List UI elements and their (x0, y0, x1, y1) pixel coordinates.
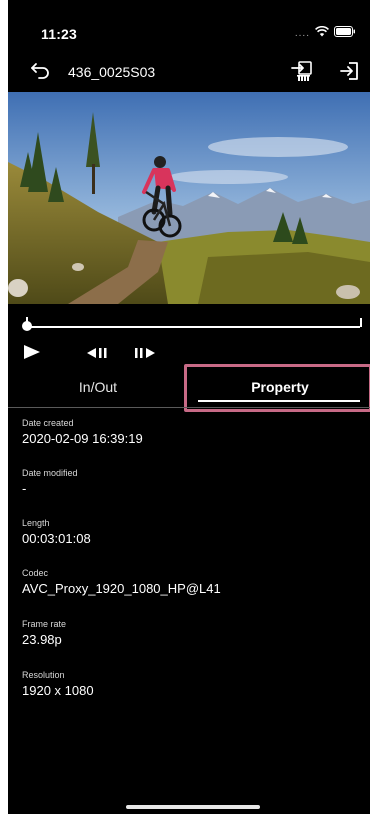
timeline-playhead[interactable] (22, 321, 32, 331)
property-label: Date modified (22, 468, 78, 478)
frame-back-icon (87, 348, 107, 358)
property-frame-rate: Frame rate 23.98p (22, 619, 362, 647)
property-length: Length 00:03:01:08 (22, 518, 362, 546)
clip-title: 436_0025S03 (68, 64, 156, 80)
nav-bar: 436_0025S03 (8, 52, 370, 92)
export-button[interactable] (290, 59, 316, 85)
playback-controls (8, 340, 370, 368)
back-button[interactable] (30, 60, 52, 82)
status-time: 11:23 (41, 26, 78, 42)
timeline-track (26, 326, 360, 328)
play-button[interactable] (22, 344, 42, 365)
app-screen: 11:23 .... 436_0025S03 In/Out Property D… (8, 0, 370, 814)
property-value: AVC_Proxy_1920_1080_HP@L41 (22, 581, 221, 596)
back-icon (31, 63, 49, 79)
tab-bar: In/Out Property (8, 368, 370, 408)
signal-dots: .... (294, 27, 310, 39)
logout-icon (340, 62, 358, 80)
play-icon (24, 345, 40, 359)
property-value: 00:03:01:08 (22, 531, 91, 546)
tab-in-out[interactable]: In/Out (8, 368, 188, 406)
battery-icon (334, 24, 356, 42)
property-label: Codec (22, 568, 49, 578)
wifi-icon (315, 24, 329, 42)
logout-button[interactable] (338, 59, 362, 83)
home-indicator[interactable] (126, 805, 260, 809)
property-resolution: Resolution 1920 x 1080 (22, 670, 362, 698)
property-value: 1920 x 1080 (22, 683, 94, 698)
active-tab-indicator (198, 400, 360, 402)
property-value: - (22, 481, 27, 496)
status-icons: .... (295, 24, 356, 42)
property-label: Frame rate (22, 619, 67, 629)
property-date-created: Date created 2020-02-09 16:39:19 (22, 418, 362, 446)
property-value: 23.98p (22, 632, 62, 647)
export-icon (291, 61, 312, 81)
tab-divider (8, 407, 370, 408)
frame-forward-icon (135, 348, 155, 358)
property-label: Date created (22, 418, 74, 428)
frame-forward-button[interactable] (134, 346, 156, 364)
frame-back-button[interactable] (86, 346, 108, 364)
property-label: Length (22, 518, 50, 528)
status-bar: 11:23 .... (8, 0, 370, 52)
property-date-modified: Date modified - (22, 468, 362, 496)
preview-image (8, 92, 370, 304)
property-label: Resolution (22, 670, 65, 680)
timeline-end-mark (360, 318, 362, 327)
property-value: 2020-02-09 16:39:19 (22, 431, 143, 446)
timeline-scrubber[interactable] (22, 314, 362, 338)
video-preview[interactable] (8, 92, 370, 304)
property-codec: Codec AVC_Proxy_1920_1080_HP@L41 (22, 568, 362, 596)
